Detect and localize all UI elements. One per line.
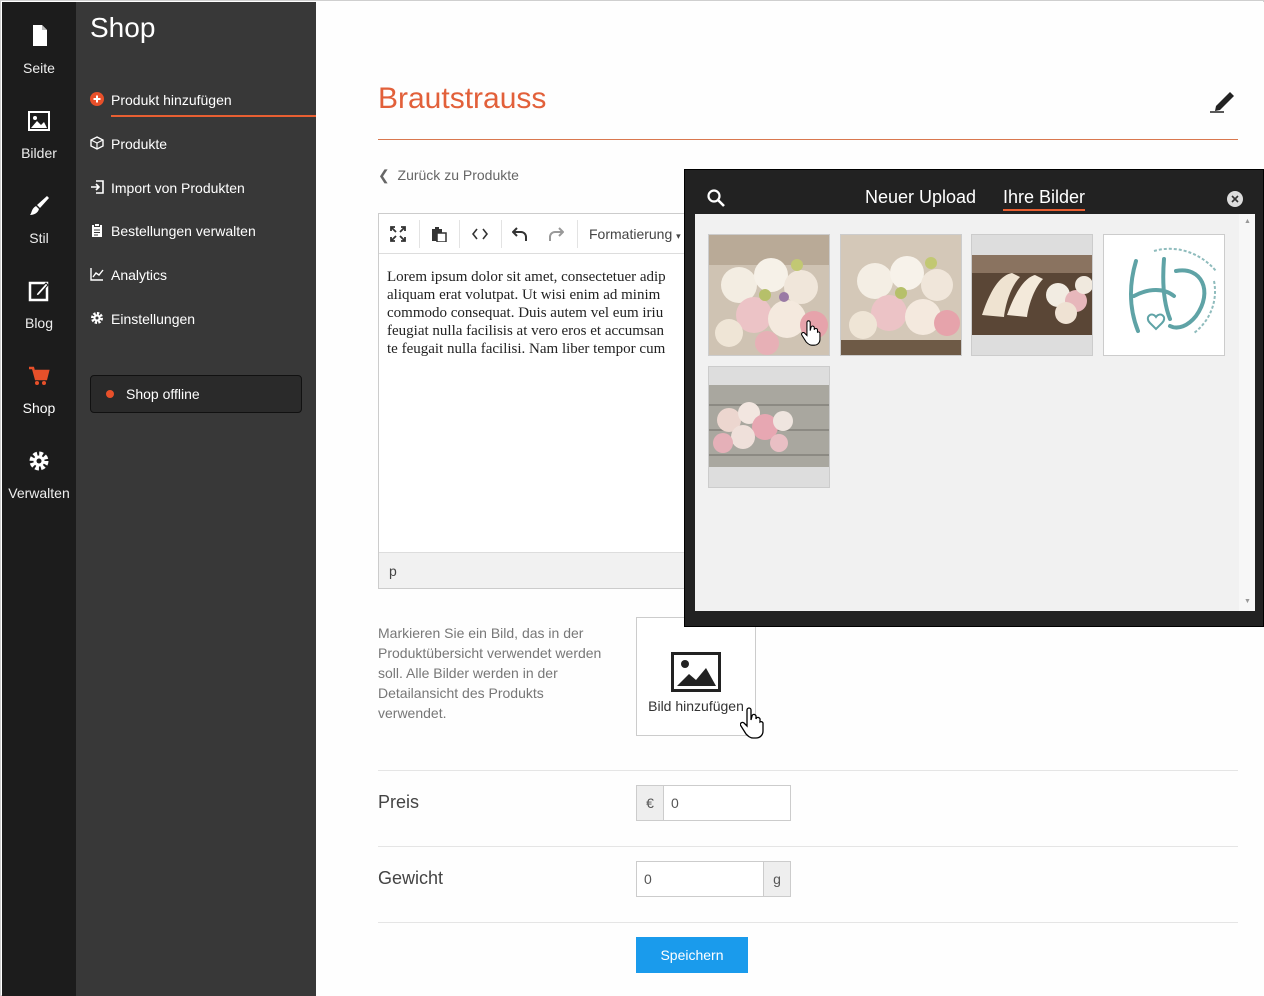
rich-text-editor[interactable]: Formatierung ▾ Lorem ipsum dolor sit ame… bbox=[378, 213, 708, 589]
brush-icon bbox=[30, 196, 49, 215]
image-placeholder-icon bbox=[671, 652, 721, 692]
undo-icon bbox=[512, 227, 527, 241]
scroll-up-icon[interactable]: ▲ bbox=[1244, 218, 1251, 225]
shop-subnav: Shop Produkt hinzufügen Produkte Import … bbox=[76, 2, 316, 996]
toolbar-separator bbox=[577, 220, 578, 248]
plus-circle-icon bbox=[90, 92, 104, 106]
thumbnail-roses-on-wood[interactable] bbox=[708, 366, 830, 488]
thumbnail-shoes-and-bouquet[interactable] bbox=[971, 234, 1093, 356]
hand-cursor-icon bbox=[740, 707, 764, 739]
subnav-item-produkt-hinzufuegen[interactable]: Produkt hinzufügen bbox=[90, 90, 316, 114]
edit-square-icon bbox=[28, 281, 49, 302]
thumbnail-bouquet-closeup-2[interactable] bbox=[840, 234, 962, 356]
gear-icon bbox=[91, 312, 103, 324]
chart-line-icon bbox=[90, 268, 104, 281]
section-divider bbox=[378, 770, 1238, 771]
import-icon bbox=[91, 180, 104, 194]
bouquet-image bbox=[841, 235, 961, 355]
image-icon bbox=[28, 111, 50, 131]
shoes-image bbox=[972, 255, 1092, 335]
rail-item-stil[interactable]: Stil bbox=[2, 180, 76, 260]
roses-image bbox=[709, 385, 829, 467]
image-picker-dialog: Neuer Upload Ihre Bilder ▲ ▼ bbox=[684, 169, 1264, 627]
search-icon[interactable] bbox=[707, 189, 725, 207]
clipboard-icon bbox=[92, 223, 102, 237]
price-input[interactable] bbox=[663, 786, 790, 820]
tab-your-images[interactable]: Ihre Bilder bbox=[1003, 187, 1086, 211]
paste-button[interactable] bbox=[422, 220, 456, 248]
format-dropdown[interactable]: Formatierung ▾ bbox=[589, 226, 681, 242]
hand-cursor-icon bbox=[801, 320, 821, 346]
paste-icon bbox=[432, 227, 447, 242]
page-icon bbox=[33, 25, 47, 46]
subnav-item-einstellungen[interactable]: Einstellungen bbox=[90, 309, 316, 333]
undo-button[interactable] bbox=[503, 220, 537, 248]
close-icon bbox=[1231, 195, 1239, 203]
weight-input-group: g bbox=[636, 861, 791, 897]
scroll-down-icon[interactable]: ▼ bbox=[1244, 598, 1251, 605]
image-hint-text: Markieren Sie ein Bild, das in der Produ… bbox=[378, 625, 602, 721]
editor-content[interactable]: Lorem ipsum dolor sit amet, consectetuer… bbox=[387, 268, 697, 358]
title-divider bbox=[378, 139, 1238, 140]
status-dot-icon bbox=[106, 390, 114, 398]
monogram-logo-image bbox=[1104, 241, 1224, 351]
caret-down-icon: ▾ bbox=[676, 231, 681, 241]
rail-item-verwalten[interactable]: Verwalten bbox=[2, 435, 76, 515]
currency-addon: € bbox=[637, 786, 663, 820]
page-title: Brautstrauss bbox=[378, 82, 547, 115]
add-image-button[interactable]: Bild hinzufügen bbox=[636, 617, 756, 736]
subnav-item-import[interactable]: Import von Produkten bbox=[90, 178, 316, 202]
thumbnail-monogram-logo[interactable] bbox=[1103, 234, 1225, 356]
fullscreen-icon bbox=[390, 226, 406, 242]
price-label: Preis bbox=[378, 792, 420, 812]
subnav-item-bestellungen[interactable]: Bestellungen verwalten bbox=[90, 221, 316, 245]
weight-label: Gewicht bbox=[378, 868, 444, 888]
app-frame: Seite Bilder Stil Blog Shop Verwalten Sh… bbox=[0, 0, 1264, 996]
back-link[interactable]: ❮ Zurück zu Produkte bbox=[378, 167, 519, 184]
weight-input[interactable] bbox=[637, 862, 764, 896]
gear-icon bbox=[29, 451, 49, 471]
section-divider bbox=[378, 922, 1238, 923]
icon-rail: Seite Bilder Stil Blog Shop Verwalten bbox=[2, 2, 76, 996]
pencil-icon[interactable] bbox=[1206, 86, 1238, 114]
subnav-item-analytics[interactable]: Analytics bbox=[90, 265, 316, 289]
fullscreen-button[interactable] bbox=[381, 220, 415, 248]
shop-offline-toggle[interactable]: Shop offline bbox=[90, 375, 302, 413]
rail-item-blog[interactable]: Blog bbox=[2, 265, 76, 345]
subnav-title: Shop bbox=[90, 12, 156, 43]
code-icon bbox=[472, 228, 488, 240]
redo-icon bbox=[549, 227, 564, 241]
save-button[interactable]: Speichern bbox=[636, 937, 748, 973]
toolbar-separator bbox=[459, 220, 460, 248]
element-path: p bbox=[389, 563, 397, 579]
section-divider bbox=[378, 846, 1238, 847]
close-button[interactable] bbox=[1227, 191, 1243, 207]
subnav-item-produkte[interactable]: Produkte bbox=[90, 134, 316, 158]
chevron-left-icon: ❮ bbox=[378, 167, 390, 183]
rail-item-bilder[interactable]: Bilder bbox=[2, 95, 76, 175]
price-input-group: € bbox=[636, 785, 791, 821]
redo-button[interactable] bbox=[539, 220, 573, 248]
toolbar-separator bbox=[501, 220, 502, 248]
rail-item-shop[interactable]: Shop bbox=[2, 350, 76, 430]
active-nav-indicator bbox=[111, 115, 316, 117]
tab-new-upload[interactable]: Neuer Upload bbox=[865, 187, 976, 208]
cart-icon bbox=[29, 366, 50, 385]
editor-statusbar: p bbox=[379, 552, 707, 588]
rail-item-seite[interactable]: Seite bbox=[2, 10, 76, 90]
toolbar-separator bbox=[419, 220, 420, 248]
editor-toolbar: Formatierung ▾ bbox=[379, 214, 707, 254]
source-code-button[interactable] bbox=[463, 220, 497, 248]
image-grid bbox=[695, 214, 1239, 611]
unit-addon: g bbox=[764, 862, 790, 896]
picker-scrollbar[interactable]: ▲ ▼ bbox=[1239, 214, 1255, 611]
box-icon bbox=[90, 136, 104, 150]
